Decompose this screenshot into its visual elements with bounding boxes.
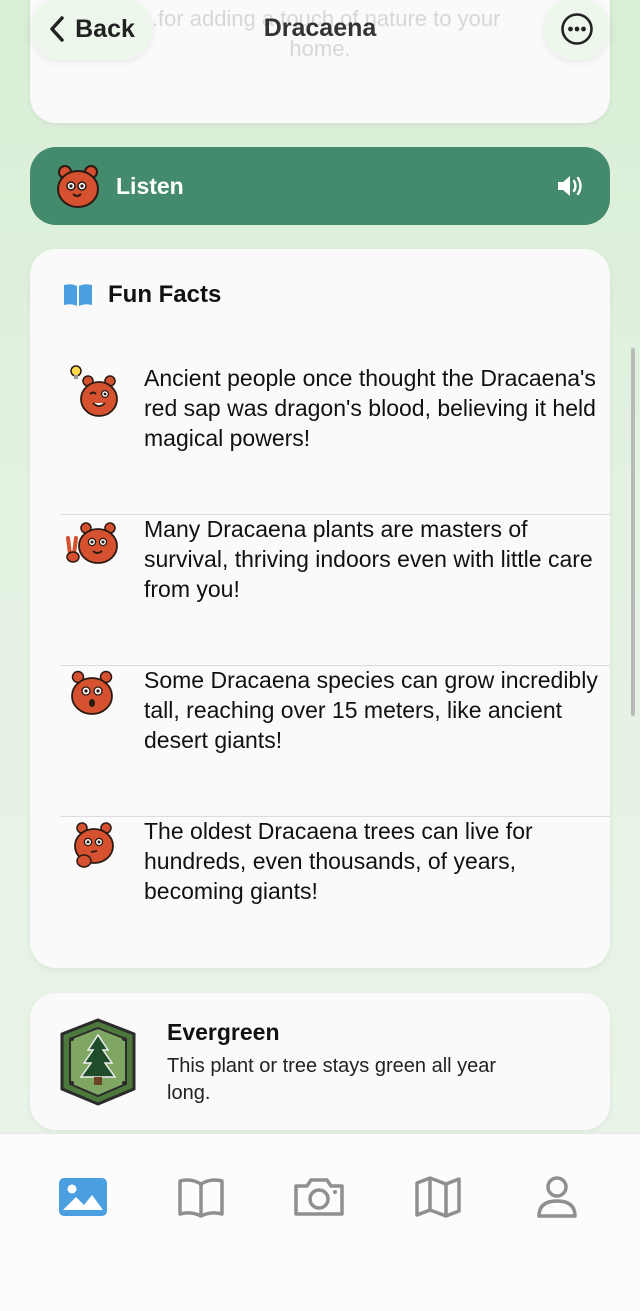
bear-surprised-icon <box>71 670 113 715</box>
open-book-icon <box>64 284 92 306</box>
bear-mascot-icon <box>57 165 99 208</box>
bear-lightbulb-icon <box>70 365 118 417</box>
evergreen-card: Evergreen This plant or tree stays green… <box>30 993 610 1130</box>
evergreen-badge-icon <box>60 1018 136 1106</box>
bear-peace-sign-icon <box>66 522 118 564</box>
scrollbar[interactable] <box>631 348 635 716</box>
more-options-button[interactable] <box>544 0 610 60</box>
listen-button[interactable]: Listen <box>30 147 610 225</box>
bear-thinking-icon <box>74 822 114 868</box>
fact-item: Ancient people once thought the Dracaena… <box>60 363 610 515</box>
fact-text: The oldest Dracaena trees can live for h… <box>144 818 533 904</box>
fact-item: The oldest Dracaena trees can live for h… <box>60 816 610 967</box>
tab-library[interactable] <box>171 1172 231 1222</box>
fun-facts-title: Fun Facts <box>108 281 222 308</box>
fact-text: Some Dracaena species can grow incredibl… <box>144 667 598 753</box>
back-label: Back <box>75 14 135 43</box>
fun-facts-header: Fun Facts <box>62 281 221 309</box>
speaker-icon <box>558 176 582 196</box>
more-icon <box>561 13 593 45</box>
profile-icon <box>537 1176 577 1218</box>
listen-label: Listen <box>116 172 184 199</box>
fact-item: Many Dracaena plants are masters of surv… <box>60 514 610 666</box>
book-icon <box>178 1178 224 1218</box>
tab-photos[interactable] <box>53 1172 113 1222</box>
evergreen-description: This plant or tree stays green all year … <box>167 1055 497 1104</box>
map-icon <box>415 1176 461 1218</box>
tab-map[interactable] <box>408 1172 468 1222</box>
camera-icon <box>294 1178 344 1216</box>
fact-text: Many Dracaena plants are masters of surv… <box>144 516 593 602</box>
fun-facts-card: Fun Facts Ancient people once thought th… <box>30 249 610 968</box>
evergreen-title: Evergreen <box>167 1019 280 1045</box>
chevron-left-icon <box>50 16 64 42</box>
fact-text: Ancient people once thought the Dracaena… <box>144 365 596 451</box>
tab-camera[interactable] <box>289 1172 349 1222</box>
fact-item: Some Dracaena species can grow incredibl… <box>60 665 610 817</box>
tab-bar <box>0 1133 640 1311</box>
back-button[interactable]: Back <box>30 0 152 60</box>
photo-icon <box>59 1178 107 1216</box>
tab-profile[interactable] <box>527 1172 587 1222</box>
